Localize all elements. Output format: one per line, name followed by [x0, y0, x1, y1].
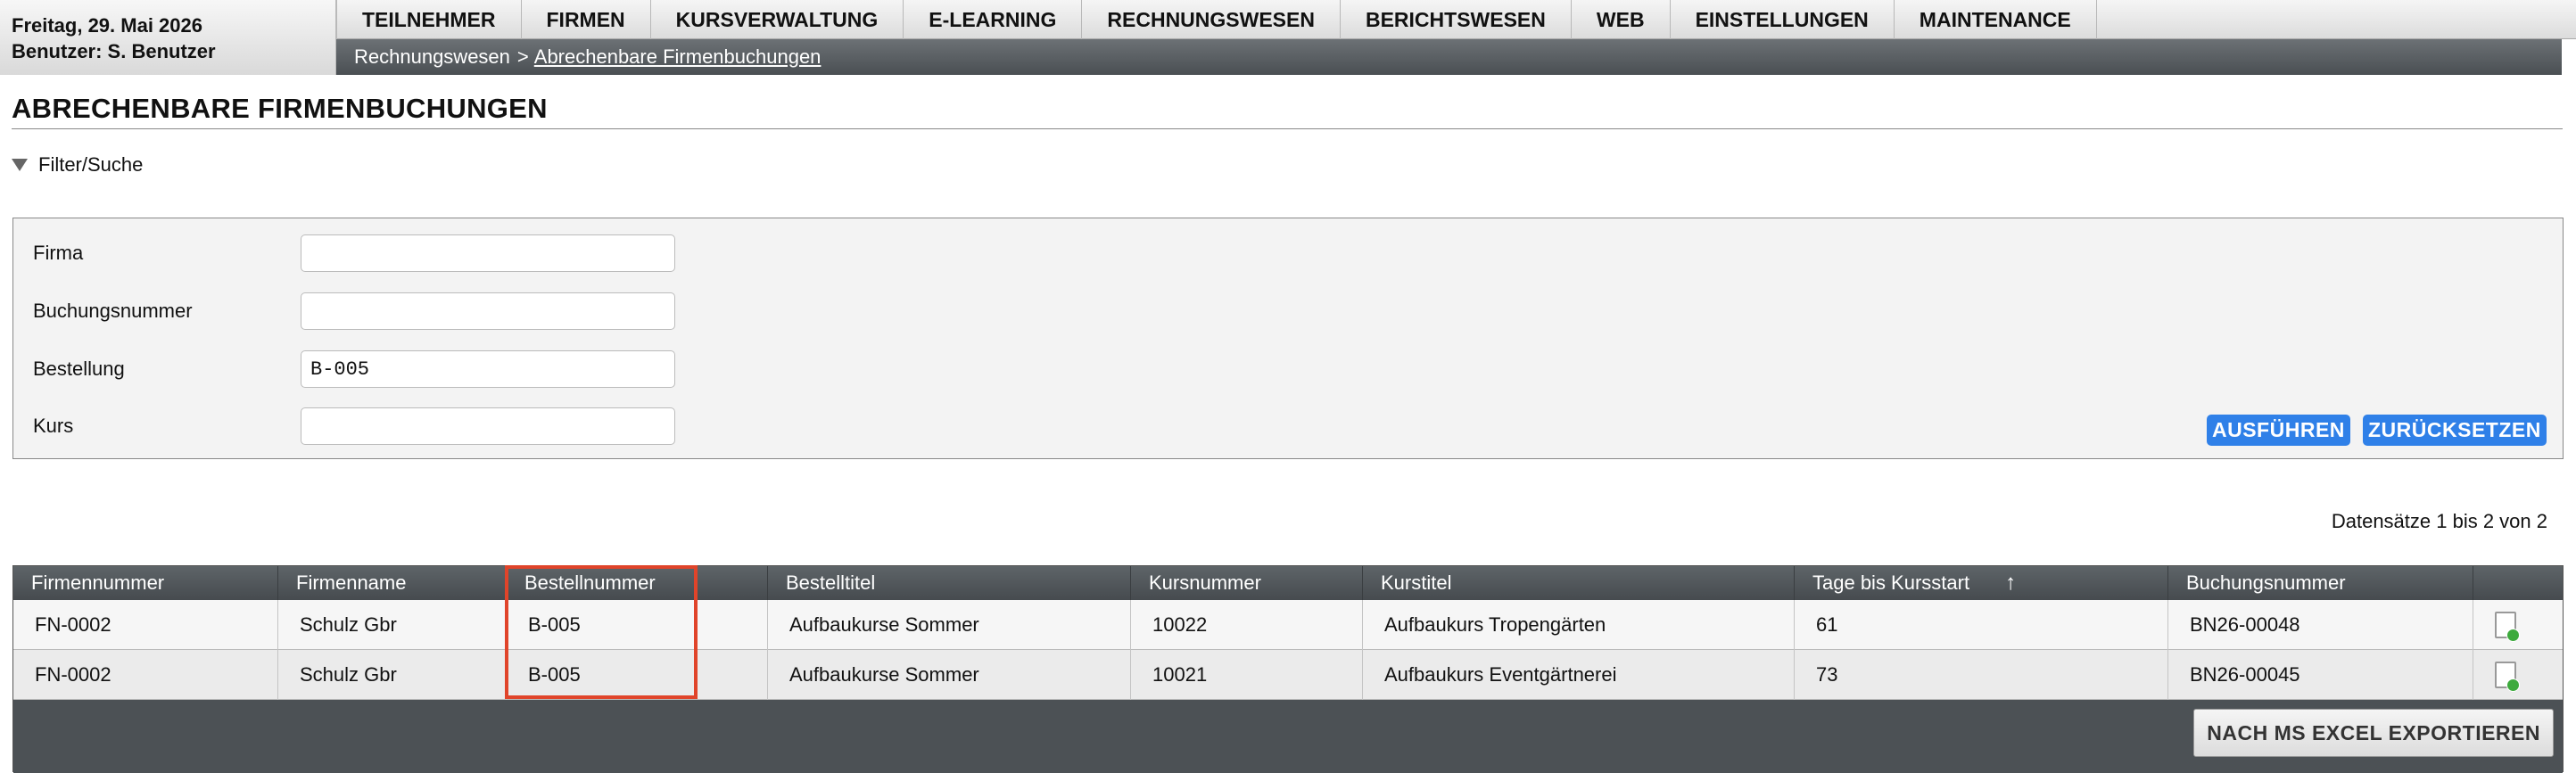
- current-date: Freitag, 29. Mai 2026: [12, 14, 202, 37]
- col-kurstitel[interactable]: Kurstitel: [1363, 566, 1795, 600]
- cell-kursnummer: 10022: [1131, 600, 1363, 650]
- firma-input[interactable]: [301, 234, 675, 272]
- kurs-input[interactable]: [301, 407, 675, 445]
- cell-buchungsnummer: BN26-00048: [2168, 600, 2473, 650]
- col-actions: [2473, 566, 2563, 600]
- document-add-icon[interactable]: [2495, 612, 2520, 642]
- reset-button[interactable]: ZURÜCKSETZEN: [2363, 415, 2547, 446]
- menu-item-berichtswesen[interactable]: BERICHTSWESEN: [1341, 0, 1572, 39]
- bestellnummer-highlight-box: [505, 565, 698, 699]
- cell-buchungsnummer: BN26-00045: [2168, 650, 2473, 700]
- kurs-label: Kurs: [33, 415, 74, 437]
- cell-kurstitel: Aufbaukurs Eventgärtnerei: [1363, 650, 1795, 700]
- breadcrumb-current[interactable]: Abrechenbare Firmenbuchungen: [534, 45, 822, 69]
- breadcrumb-separator: >: [516, 45, 529, 68]
- user-info-box: Freitag, 29. Mai 2026 Benutzer: S. Benut…: [0, 0, 336, 75]
- menu-item-rechnungswesen[interactable]: RECHNUNGSWESEN: [1082, 0, 1341, 39]
- export-excel-button[interactable]: NACH MS EXCEL EXPORTIEREN: [2193, 709, 2554, 757]
- col-tage-bis-kursstart[interactable]: Tage bis Kursstart ↑: [1795, 566, 2168, 600]
- menu-item-teilnehmer[interactable]: TEILNEHMER: [336, 0, 522, 39]
- bestellung-label: Bestellung: [33, 358, 125, 380]
- cell-tage-bis-kursstart: 61: [1795, 600, 2168, 650]
- bookings-table: Firmennummer Firmenname Bestellnummer Be…: [12, 565, 2564, 773]
- filter-row-kurs: Kurs: [33, 407, 675, 445]
- col-kursnummer[interactable]: Kursnummer: [1131, 566, 1363, 600]
- col-firmennummer[interactable]: Firmennummer: [13, 566, 278, 600]
- filter-panel: Firma Buchungsnummer Bestellung Kurs AUS…: [12, 218, 2564, 459]
- triangle-down-icon: [12, 159, 28, 171]
- menu-item-firmen[interactable]: FIRMEN: [522, 0, 651, 39]
- cell-action: [2473, 600, 2563, 650]
- table-row: FN-0002 Schulz Gbr B-005 Aufbaukurse Som…: [13, 600, 2563, 650]
- cell-bestelltitel: Aufbaukurse Sommer: [768, 600, 1131, 650]
- cell-firmennummer: FN-0002: [13, 650, 278, 700]
- top-bar: Freitag, 29. Mai 2026 Benutzer: S. Benut…: [0, 0, 2576, 75]
- menu-item-e-learning[interactable]: E-LEARNING: [904, 0, 1083, 39]
- cell-action: [2473, 650, 2563, 700]
- menu-item-web[interactable]: WEB: [1572, 0, 1671, 39]
- table-header: Firmennummer Firmenname Bestellnummer Be…: [13, 566, 2563, 600]
- filter-row-buchungsnummer: Buchungsnummer: [33, 292, 675, 330]
- cell-kursnummer: 10021: [1131, 650, 1363, 700]
- cell-firmennummer: FN-0002: [13, 600, 278, 650]
- cell-firmenname: Schulz Gbr: [278, 600, 507, 650]
- cell-firmenname: Schulz Gbr: [278, 650, 507, 700]
- col-buchungsnummer[interactable]: Buchungsnummer: [2168, 566, 2473, 600]
- bestellung-input[interactable]: [301, 350, 675, 388]
- filter-row-bestellung: Bestellung: [33, 350, 675, 388]
- table-row: FN-0002 Schulz Gbr B-005 Aufbaukurse Som…: [13, 650, 2563, 700]
- cell-bestelltitel: Aufbaukurse Sommer: [768, 650, 1131, 700]
- cell-kurstitel: Aufbaukurs Tropengärten: [1363, 600, 1795, 650]
- main-menu: TEILNEHMER FIRMEN KURSVERWALTUNG E-LEARN…: [336, 0, 2576, 39]
- breadcrumb: Rechnungswesen > Abrechenbare Firmenbuch…: [336, 39, 2562, 75]
- col-firmenname[interactable]: Firmenname: [278, 566, 507, 600]
- menu-item-maintenance[interactable]: MAINTENANCE: [1895, 0, 2097, 39]
- page-title: ABRECHENBARE FIRMENBUCHUNGEN: [12, 93, 548, 124]
- breadcrumb-root[interactable]: Rechnungswesen: [354, 45, 510, 69]
- col-bestelltitel[interactable]: Bestelltitel: [768, 566, 1131, 600]
- menu-item-kursverwaltung[interactable]: KURSVERWALTUNG: [651, 0, 904, 39]
- current-user: Benutzer: S. Benutzer: [12, 40, 216, 62]
- table-footer: NACH MS EXCEL EXPORTIEREN: [13, 700, 2563, 773]
- title-divider: [12, 128, 2563, 129]
- cell-tage-bis-kursstart: 73: [1795, 650, 2168, 700]
- buchungsnummer-label: Buchungsnummer: [33, 300, 193, 322]
- col-tage-label: Tage bis Kursstart: [1812, 571, 1970, 594]
- sort-up-icon: ↑: [2005, 571, 2017, 595]
- records-info: Datensätze 1 bis 2 von 2: [2331, 510, 2547, 532]
- filter-row-firma: Firma: [33, 234, 675, 272]
- run-button[interactable]: AUSFÜHREN: [2207, 415, 2350, 446]
- document-add-icon[interactable]: [2495, 662, 2520, 692]
- filter-toggle-label: Filter/Suche: [38, 153, 144, 176]
- menu-item-einstellungen[interactable]: EINSTELLUNGEN: [1671, 0, 1895, 39]
- buchungsnummer-input[interactable]: [301, 292, 675, 330]
- filter-toggle[interactable]: Filter/Suche: [12, 153, 143, 177]
- firma-label: Firma: [33, 242, 84, 264]
